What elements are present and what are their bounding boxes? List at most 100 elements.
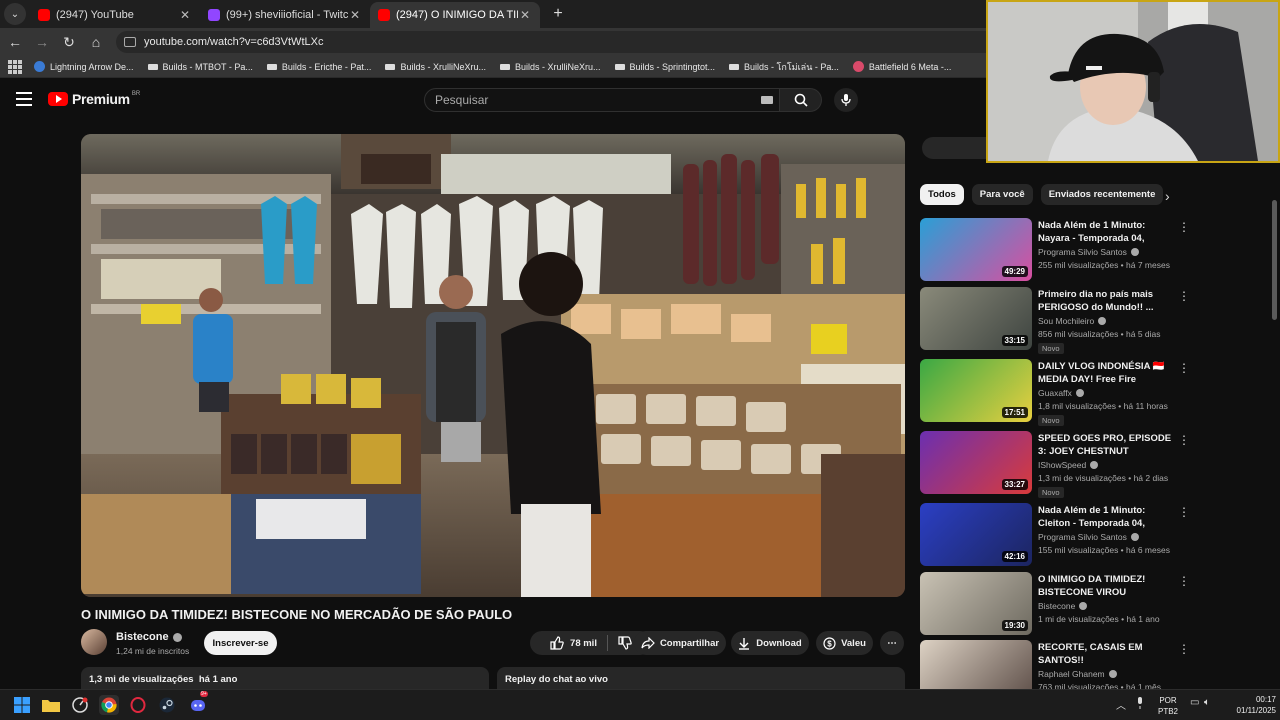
recommended-channel[interactable]: Sou Mochileiro [1038, 316, 1107, 326]
more-vertical-icon[interactable]: ⋮ [1178, 505, 1190, 519]
download-button[interactable]: Download [731, 631, 809, 655]
recommended-video[interactable]: 33:27 SPEED GOES PRO, EPISODE 3: JOEY CHE… [920, 431, 1200, 498]
more-vertical-icon[interactable]: ⋮ [1178, 433, 1190, 447]
home-icon[interactable]: ⌂ [84, 30, 108, 54]
more-vertical-icon[interactable]: ⋮ [1178, 574, 1190, 588]
bookmark-item[interactable]: Builds - โกโม่เล่น - Pa... [729, 60, 839, 74]
file-explorer-button[interactable] [41, 695, 61, 715]
menu-icon[interactable] [16, 92, 32, 106]
recommended-title[interactable]: RECORTE, CASAIS EM SANTOS!! [1038, 641, 1174, 667]
microphone-tray-icon[interactable] [1136, 697, 1144, 712]
more-vertical-icon[interactable]: ⋮ [1178, 220, 1190, 234]
more-vertical-icon[interactable]: ⋮ [1178, 361, 1190, 375]
network-icon[interactable]: ▭ [1190, 697, 1199, 708]
share-button[interactable]: Compartilhar [634, 631, 726, 655]
recommended-video[interactable]: 17:51 DAILY VLOG INDONÉSIA 🇮🇩 MEDIA DAY! … [920, 359, 1200, 426]
volume-icon[interactable]: 🔈︎ [1204, 697, 1210, 708]
video-player[interactable] [81, 134, 905, 597]
app-button[interactable] [70, 695, 90, 715]
recommended-video[interactable]: 19:30 O INIMIGO DA TIMIDEZ! BISTECONE VIR… [920, 572, 1200, 638]
recommended-channel-text: Sou Mochileiro [1038, 316, 1095, 326]
steam-button[interactable] [157, 695, 177, 715]
keyboard-icon[interactable] [761, 96, 773, 104]
new-tab-button[interactable]: + [546, 2, 570, 26]
chevron-up-icon[interactable]: ︿ [1116, 697, 1126, 712]
recommended-title[interactable]: Nada Além de 1 Minuto: Cleiton - Tempora… [1038, 504, 1174, 530]
bookmark-icon [266, 63, 277, 70]
chip-for-you[interactable]: Para você [971, 184, 1033, 205]
opera-button[interactable] [128, 695, 148, 715]
steam-icon [159, 697, 175, 713]
close-icon[interactable]: ✕ [178, 8, 192, 22]
recommended-title[interactable]: DAILY VLOG INDONÉSIA 🇮🇩 MEDIA DAY! Free … [1038, 360, 1174, 386]
system-clock[interactable]: 00:17 01/11/2025 [1224, 694, 1276, 716]
country-code: BR [131, 91, 141, 97]
chip-all[interactable]: Todos [920, 184, 964, 205]
bookmark-label: Builds - XrulliNeXru... [514, 61, 601, 72]
recommended-video[interactable]: 49:29 Nada Além de 1 Minuto: Nayara - Tem… [920, 218, 1200, 284]
bookmark-icon [729, 63, 740, 70]
tab-current-video[interactable]: (2947) O INIMIGO DA TIMI ✕ [370, 2, 540, 28]
more-vertical-icon[interactable]: ⋮ [1178, 289, 1190, 303]
recommended-channel[interactable]: Programa Silvio Santos [1038, 532, 1139, 542]
bookmark-label: Builds - MTBOT - Pa... [162, 61, 253, 72]
recommended-channel[interactable]: IShowSpeed [1038, 460, 1099, 470]
recommended-meta: 1 mi de visualizações • há 1 ano [1038, 614, 1160, 624]
recommended-channel[interactable]: Raphael Ghanem [1038, 669, 1117, 679]
reload-icon[interactable]: ↻ [57, 30, 81, 54]
bookmark-item[interactable]: Builds - MTBOT - Pa... [147, 61, 253, 72]
voice-search-button[interactable] [834, 88, 858, 112]
recommended-title[interactable]: Nada Além de 1 Minuto: Nayara - Temporad… [1038, 219, 1174, 245]
forward-icon[interactable]: → [30, 30, 54, 54]
chrome-button[interactable] [99, 695, 119, 715]
video-thumbnail[interactable]: 49:29 [920, 218, 1032, 281]
bookmark-item[interactable]: Builds - Sprintingtot... [614, 62, 715, 72]
recommended-channel[interactable]: Bistecone [1038, 601, 1088, 611]
apps-grid-icon[interactable] [8, 59, 22, 74]
bookmark-label: Builds - XrulliNeXru... [400, 61, 486, 72]
start-button[interactable] [12, 695, 32, 715]
video-thumbnail[interactable]: 17:51 [920, 359, 1032, 422]
video-thumbnail[interactable]: 33:27 [920, 431, 1032, 494]
close-icon[interactable]: ✕ [518, 8, 532, 22]
bookmark-item[interactable]: Builds - XrulliNeXru... [385, 62, 486, 72]
video-thumbnail[interactable]: 19:30 [920, 572, 1032, 635]
bookmark-item[interactable]: Builds - XrulliNeXru... [499, 61, 601, 72]
video-thumbnail[interactable]: 42:16 [920, 503, 1032, 566]
recommended-video[interactable]: 42:16 Nada Além de 1 Minuto: Cleiton - Te… [920, 503, 1200, 569]
back-icon[interactable]: ← [3, 30, 27, 54]
site-info-icon[interactable] [124, 37, 136, 47]
youtube-premium-logo[interactable]: Premium BR [48, 91, 140, 107]
bookmark-item[interactable]: Builds - Ericthe - Pat... [266, 62, 371, 72]
youtube-favicon-icon [38, 9, 50, 21]
recommended-video[interactable]: 33:15 Primeiro dia no país mais PERIGOSO … [920, 287, 1200, 354]
recommended-title[interactable]: O INIMIGO DA TIMIDEZ! BISTECONE VIROU VE… [1038, 573, 1174, 599]
recommended-channel[interactable]: Guaxaffx [1038, 388, 1084, 398]
more-actions-button[interactable]: ⋯ [880, 631, 904, 655]
thanks-button[interactable]: $ Valeu [816, 631, 873, 655]
discord-button[interactable]: 9+ [188, 691, 208, 715]
chevron-right-icon[interactable]: › [1165, 188, 1170, 204]
recommended-channel[interactable]: Programa Silvio Santos [1038, 247, 1139, 257]
url-field[interactable]: youtube.com/watch?v=c6d3VtWtLXc [116, 31, 996, 53]
chip-recently-uploaded[interactable]: Enviados recentemente [1040, 184, 1164, 205]
video-thumbnail[interactable]: 33:15 [920, 287, 1032, 350]
channel-avatar[interactable] [81, 629, 107, 655]
tab-search-icon[interactable]: ⌄ [4, 3, 26, 25]
close-icon[interactable]: ✕ [348, 8, 362, 22]
tab-twitch[interactable]: (99+) sheviiioficial - Twitch ✕ [200, 2, 370, 28]
search-input[interactable]: Pesquisar [424, 88, 780, 112]
more-vertical-icon[interactable]: ⋮ [1178, 642, 1190, 656]
bookmark-item[interactable]: Lightning Arrow De... [34, 61, 134, 72]
recommended-title[interactable]: SPEED GOES PRO, EPISODE 3: JOEY CHESTNUT… [1038, 432, 1174, 458]
search-button[interactable] [780, 88, 822, 112]
channel-name[interactable]: Bistecone [116, 631, 182, 643]
recommended-title[interactable]: Primeiro dia no país mais PERIGOSO do Mu… [1038, 288, 1174, 314]
bookmark-item[interactable]: Battlefield 6 Meta -... [852, 61, 951, 72]
scrollbar[interactable] [1272, 200, 1277, 320]
tab-youtube[interactable]: (2947) YouTube ✕ [30, 2, 200, 28]
input-language-indicator[interactable]: POR PTB2 [1158, 695, 1178, 717]
like-button[interactable]: 78 mil [550, 636, 597, 650]
thumbs-down-icon[interactable] [618, 636, 632, 650]
subscribe-button[interactable]: Inscrever-se [204, 631, 277, 655]
